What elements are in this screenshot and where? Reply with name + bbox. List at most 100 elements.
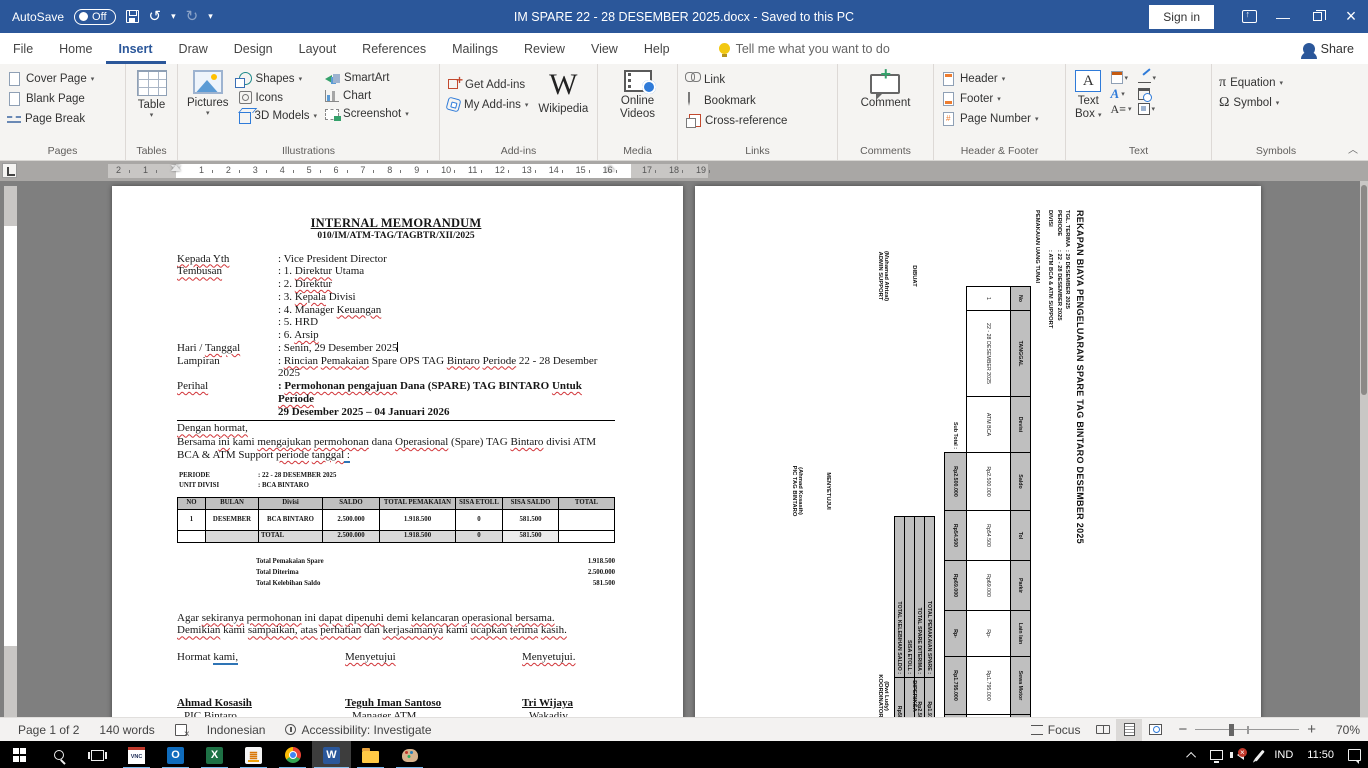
smartart-button[interactable]: SmartArt: [322, 71, 412, 85]
zoom-slider-thumb[interactable]: [1229, 724, 1234, 736]
save-icon[interactable]: [126, 10, 139, 23]
document-page-1[interactable]: INTERNAL MEMORANDUM 010/IM/ATM-TAG/TAGBT…: [112, 186, 683, 717]
bookmark-button[interactable]: Bookmark: [682, 92, 790, 109]
zoom-in-button[interactable]: +: [1307, 721, 1316, 738]
signature-line-button[interactable]: ▾: [1138, 71, 1157, 84]
tab-file[interactable]: File: [0, 33, 46, 64]
tell-me-box[interactable]: Tell me what you want to do: [719, 42, 890, 56]
cover-page-button[interactable]: Cover Page▾: [4, 71, 97, 87]
header-button[interactable]: Header▾: [938, 71, 1041, 87]
tray-expand-button[interactable]: [1182, 741, 1203, 768]
date-time-button[interactable]: [1138, 87, 1157, 100]
online-videos-button[interactable]: OnlineVideos: [615, 67, 660, 121]
ribbon-display-options-button[interactable]: [1232, 0, 1266, 33]
taskbar-app-excel[interactable]: X: [195, 741, 234, 768]
3d-models-button[interactable]: 3D Models▾: [236, 109, 320, 123]
tab-help[interactable]: Help: [631, 33, 683, 64]
wordart-button[interactable]: A▾: [1111, 87, 1132, 100]
taskbar-app-paint[interactable]: [390, 741, 429, 768]
share-button[interactable]: Share: [1303, 42, 1354, 56]
undo-icon[interactable]: ↺: [149, 9, 162, 24]
autosave-toggle[interactable]: Off: [74, 9, 115, 25]
restore-button[interactable]: [1300, 0, 1334, 33]
word-count[interactable]: 140 words: [89, 723, 164, 737]
zoom-out-button[interactable]: −: [1178, 721, 1187, 738]
tab-home[interactable]: Home: [46, 33, 105, 64]
shapes-button[interactable]: Shapes▾: [236, 71, 320, 86]
text-box-button[interactable]: ATextBox ▾: [1070, 67, 1107, 121]
get-addins-button[interactable]: Get Add-ins: [444, 77, 531, 93]
date-time-icon: [1138, 88, 1150, 100]
page-number-button[interactable]: Page Number▾: [938, 111, 1041, 127]
web-layout-button[interactable]: [1142, 719, 1168, 741]
page-number-icon: [943, 112, 954, 126]
memo-table[interactable]: NOBULANDivisiSALDOTOTAL PEMAKAIANSISA ET…: [177, 497, 615, 543]
close-button[interactable]: ×: [1334, 0, 1368, 33]
blank-page-button[interactable]: Blank Page: [4, 91, 97, 107]
memo-field-lampiran: Lampiran: Rincian Pemakaian Spare OPS TA…: [177, 355, 615, 381]
start-button[interactable]: [0, 741, 39, 768]
horizontal-ruler[interactable]: 2112345678910111213141516171819: [108, 164, 708, 178]
wikipedia-button[interactable]: WWikipedia: [533, 67, 593, 116]
tab-design[interactable]: Design: [221, 33, 286, 64]
tab-mailings[interactable]: Mailings: [439, 33, 511, 64]
vertical-scrollbar[interactable]: [1360, 181, 1368, 717]
taskbar-app-word[interactable]: W: [312, 741, 351, 768]
action-center-button[interactable]: [1341, 741, 1368, 768]
tab-references[interactable]: References: [349, 33, 439, 64]
footer-button[interactable]: Footer▾: [938, 91, 1041, 107]
page-break-button[interactable]: Page Break: [4, 111, 97, 127]
tab-insert[interactable]: Insert: [106, 33, 166, 64]
accessibility-checker[interactable]: Accessibility: Investigate: [275, 723, 441, 737]
taskbar-search-button[interactable]: [39, 741, 78, 768]
proofing-errors-button[interactable]: [165, 724, 197, 736]
tray-volume-button[interactable]: [1230, 741, 1251, 768]
zoom-slider[interactable]: [1195, 729, 1299, 731]
focus-mode-button[interactable]: Focus: [1021, 723, 1091, 737]
minimize-button[interactable]: —: [1266, 0, 1300, 33]
table-button[interactable]: Table▾: [132, 67, 172, 120]
icons-button[interactable]: Icons: [236, 90, 320, 105]
tray-network-button[interactable]: [1203, 741, 1230, 768]
language-indicator[interactable]: Indonesian: [197, 723, 276, 737]
scrollbar-thumb[interactable]: [1361, 185, 1367, 395]
tray-clock[interactable]: 11:50: [1300, 741, 1341, 768]
comment-button[interactable]: Comment: [856, 67, 916, 110]
tray-pen-button[interactable]: [1251, 741, 1268, 768]
pictures-button[interactable]: Pictures▾: [182, 67, 234, 118]
document-page-2[interactable]: REKAPAN BIAYA PENGELUARAN SPARE TAG BINT…: [695, 186, 1261, 717]
tab-draw[interactable]: Draw: [166, 33, 221, 64]
tab-view[interactable]: View: [578, 33, 631, 64]
tray-language[interactable]: IND: [1267, 741, 1300, 768]
chart-button[interactable]: Chart: [322, 89, 412, 103]
tab-review[interactable]: Review: [511, 33, 578, 64]
page-indicator[interactable]: Page 1 of 2: [8, 723, 89, 737]
task-view-button[interactable]: [78, 741, 117, 768]
customize-quick-access-icon[interactable]: ▾: [208, 11, 213, 22]
taskbar-app-document[interactable]: ≣: [234, 741, 273, 768]
screenshot-button[interactable]: Screenshot▾: [322, 107, 412, 121]
taskbar-app-explorer[interactable]: [351, 741, 390, 768]
tab-layout[interactable]: Layout: [286, 33, 350, 64]
vertical-ruler[interactable]: [4, 186, 17, 717]
taskbar-app-vnc[interactable]: VNC: [117, 741, 156, 768]
chevron-down-icon: ▾: [1002, 75, 1006, 83]
sign-in-button[interactable]: Sign in: [1149, 5, 1214, 29]
drop-cap-button[interactable]: A≡▾: [1111, 103, 1132, 115]
undo-dropdown-icon[interactable]: ▾: [171, 11, 176, 22]
object-button[interactable]: ▾: [1138, 103, 1157, 115]
hanging-indent-marker[interactable]: [171, 165, 181, 171]
cross-reference-button[interactable]: Cross-reference: [682, 113, 790, 128]
my-addins-button[interactable]: My Add-ins▾: [444, 97, 531, 112]
tab-stop-selector[interactable]: [2, 163, 17, 178]
link-button[interactable]: Link: [682, 71, 790, 88]
collapse-ribbon-icon[interactable]: ︿: [1348, 141, 1358, 156]
zoom-percentage[interactable]: 70%: [1326, 723, 1360, 737]
symbol-button[interactable]: ΩSymbol▾: [1216, 95, 1286, 111]
read-mode-button[interactable]: [1090, 719, 1116, 741]
equation-button[interactable]: πEquation▾: [1216, 75, 1286, 91]
print-layout-button[interactable]: [1116, 719, 1142, 741]
taskbar-app-outlook[interactable]: O: [156, 741, 195, 768]
quick-parts-button[interactable]: ▾: [1111, 71, 1132, 84]
taskbar-app-chrome[interactable]: [273, 741, 312, 768]
